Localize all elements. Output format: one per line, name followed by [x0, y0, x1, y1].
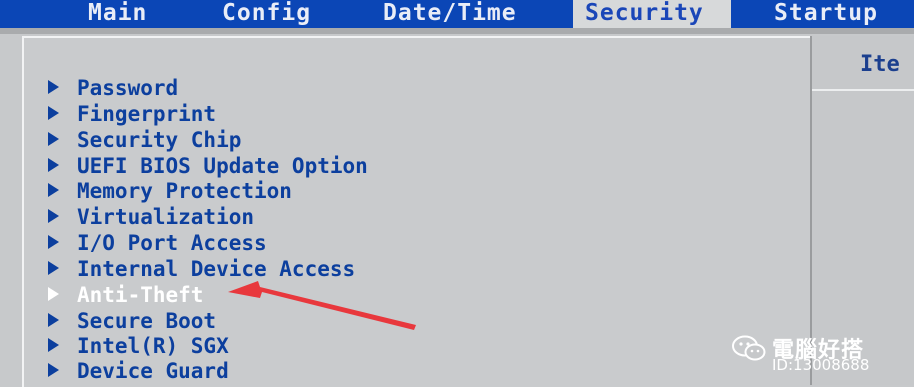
- submenu-arrow-icon: [48, 80, 59, 94]
- menu-item-fingerprint[interactable]: Fingerprint: [48, 101, 216, 127]
- menu-item-secure-boot[interactable]: Secure Boot: [48, 308, 216, 334]
- tab-date-time[interactable]: Date/Time: [383, 0, 517, 28]
- menu-item-anti-theft[interactable]: Anti-Theft: [48, 282, 203, 308]
- submenu-arrow-icon: [48, 338, 59, 352]
- submenu-arrow-icon: [48, 313, 59, 327]
- menu-item-label: Fingerprint: [77, 102, 217, 126]
- menu-item-label: Device Guard: [77, 359, 229, 383]
- menu-item-memory-protection[interactable]: Memory Protection: [48, 178, 292, 204]
- help-panel-header: Ite: [860, 52, 900, 77]
- menu-item-label: I/O Port Access: [77, 231, 267, 255]
- menu-item-internal-device-access[interactable]: Internal Device Access: [48, 256, 355, 282]
- help-panel-divider: [812, 89, 914, 91]
- submenu-arrow-icon: [48, 132, 59, 146]
- menu-item-io-port-access[interactable]: I/O Port Access: [48, 230, 267, 256]
- submenu-arrow-icon: [48, 287, 59, 301]
- submenu-arrow-icon: [48, 261, 59, 275]
- menu-item-security-chip[interactable]: Security Chip: [48, 127, 241, 153]
- wechat-icon: [732, 335, 766, 361]
- menu-item-label: Anti-Theft: [77, 283, 204, 307]
- menu-item-label: Intel(R) SGX: [77, 334, 229, 358]
- submenu-arrow-icon: [48, 363, 59, 377]
- menu-item-password[interactable]: Password: [48, 75, 178, 101]
- submenu-arrow-icon: [48, 235, 59, 249]
- menu-item-label: Internal Device Access: [77, 257, 356, 281]
- submenu-arrow-icon: [48, 158, 59, 172]
- tab-bar: Main Config Date/Time Security Startup: [0, 0, 914, 28]
- menu-item-intel-sgx[interactable]: Intel(R) SGX: [48, 333, 229, 359]
- tab-config[interactable]: Config: [222, 0, 311, 28]
- menu-item-uefi-bios-update-option[interactable]: UEFI BIOS Update Option: [48, 153, 368, 179]
- tab-bar-shadow: [0, 28, 914, 34]
- tab-security[interactable]: Security: [573, 0, 731, 28]
- watermark: 電腦好搭 ID:13008688: [732, 330, 914, 382]
- menu-item-label: Memory Protection: [77, 179, 292, 203]
- submenu-arrow-icon: [48, 106, 59, 120]
- menu-item-label: Secure Boot: [77, 309, 217, 333]
- tab-startup[interactable]: Startup: [774, 0, 878, 28]
- submenu-arrow-icon: [48, 209, 59, 223]
- tab-main[interactable]: Main: [88, 0, 147, 28]
- menu-item-virtualization[interactable]: Virtualization: [48, 204, 254, 230]
- menu-item-label: UEFI BIOS Update Option: [77, 154, 368, 178]
- menu-item-label: Password: [77, 76, 179, 100]
- watermark-id: ID:13008688: [772, 356, 870, 374]
- submenu-arrow-icon: [48, 183, 59, 197]
- menu-item-device-guard[interactable]: Device Guard: [48, 358, 229, 384]
- menu-item-label: Security Chip: [77, 128, 242, 152]
- menu-item-label: Virtualization: [77, 205, 255, 229]
